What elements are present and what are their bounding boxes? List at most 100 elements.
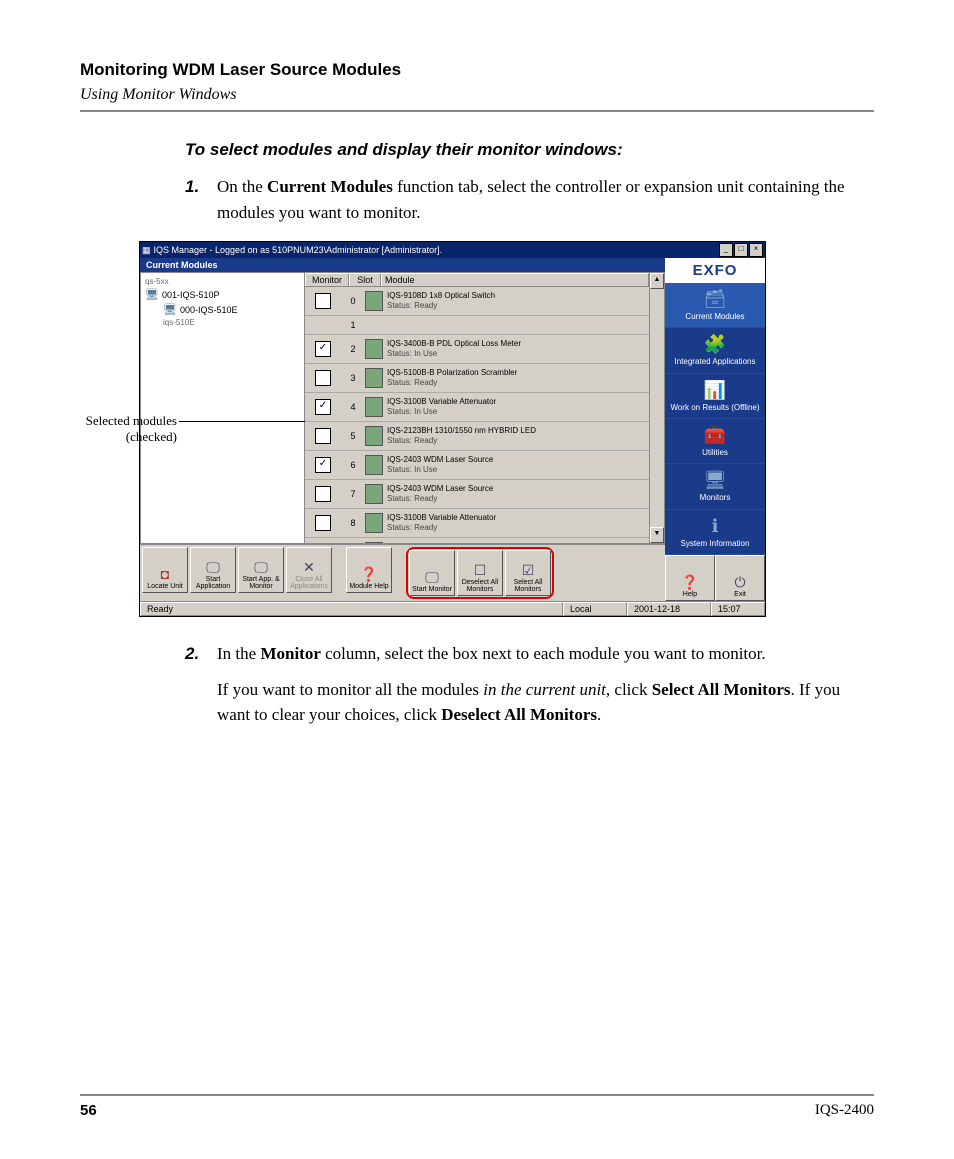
monitor-cell[interactable]: ✓ [305,457,341,473]
start-app-monitor-button[interactable]: 🖵Start App. & Monitor [238,547,284,593]
results-icon: 📊 [704,380,726,401]
col-slot[interactable]: Slot [349,273,381,286]
module-cell[interactable]: IQS-2123BH 1310/1550 nm HYBRID LEDStatus… [365,426,649,446]
module-name: IQS-9108D 1x8 Optical Switch [387,291,495,301]
monitor-checkbox[interactable] [315,486,331,502]
monitor-checkbox[interactable] [315,293,331,309]
modules-icon: 🗃 [704,289,727,310]
monitor-cell[interactable]: ✓ [305,341,341,357]
nav-integrated-apps[interactable]: 🧩Integrated Applications [665,328,765,373]
module-text: IQS-2403 WDM Laser SourceStatus: Ready [387,484,493,503]
col-module[interactable]: Module [381,273,649,286]
select-all-monitors-button[interactable]: ☑Select All Monitors [505,550,551,596]
window-title: IQS Manager - Logged on as 510PNUM23\Adm… [154,245,718,255]
monitor-cell[interactable] [305,370,341,386]
nav-sidebar: EXFO 🗃Current Modules 🧩Integrated Applic… [665,258,765,601]
deselect-all-monitors-button[interactable]: ☐Deselect All Monitors [457,550,503,596]
module-icon [365,426,383,446]
checked-icon: ☑ [522,563,535,577]
module-status: Status: In Use [387,349,521,359]
unit-tree[interactable]: qs-5xx 🖥001-IQS-510P 🖥000-IQS-510E iqs-5… [141,273,305,543]
procedure-title: To select modules and display their moni… [185,140,874,160]
monitor-cell[interactable] [305,515,341,531]
monitor-cell[interactable] [305,428,341,444]
slot-cell: 3 [341,373,365,383]
module-row: ✓ 6IQS-2403 WDM Laser SourceStatus: In Us… [305,451,649,480]
status-time: 15:07 [711,602,765,616]
module-icon [365,542,383,543]
window-titlebar: ▦ IQS Manager - Logged on as 510PNUM23\A… [140,242,765,258]
exit-button[interactable]: ⏻Exit [715,555,765,601]
module-cell[interactable]: IQS-5100B-B Polarization ScramblerStatus… [365,368,649,388]
exfo-logo: EXFO [665,258,765,283]
start-monitor-button[interactable]: 🖵Start Monitor [409,550,455,596]
module-text: IQS-2123BH 1310/1550 nm HYBRID LEDStatus… [387,426,536,445]
slot-cell: 7 [341,489,365,499]
help-button[interactable]: ❓Help [665,555,715,601]
module-name: IQS-3100B Variable Attenuator [387,397,496,407]
footer-rule [80,1094,874,1096]
module-cell[interactable]: IQS-2403 WDM Laser SourceStatus: Ready [365,484,649,504]
step-number: 1. [185,174,217,225]
module-cell[interactable]: IQS-2403 WDM Laser SourceStatus: In Use [365,455,649,475]
locate-icon: ◘ [161,567,169,581]
slot-cell: 4 [341,402,365,412]
module-cell[interactable]: IQS-3100B Variable AttenuatorStatus: In … [365,397,649,417]
panel-header: Current Modules [140,258,665,272]
monitor-cell[interactable] [305,293,341,309]
monitor-checkbox[interactable]: ✓ [315,399,331,415]
module-row: 3IQS-5100B-B Polarization ScramblerStatu… [305,364,649,393]
module-cell[interactable]: IQS-3400B-B PDL Optical Loss MeterStatus… [365,339,649,359]
tree-item[interactable]: 🖥001-IQS-510P [145,288,300,301]
module-icon [365,291,383,311]
monitor-checkbox[interactable]: ✓ [315,341,331,357]
bottom-toolbar: ◘Locate Unit 🖵Start Application 🖵Start A… [140,544,665,601]
module-name: IQS-2403 WDM Laser Source [387,484,493,494]
monitor-checkbox[interactable]: ✓ [315,457,331,473]
monitor-checkbox[interactable] [315,370,331,386]
highlight-annotation: 🖵Start Monitor ☐Deselect All Monitors ☑S… [406,547,554,599]
module-help-button[interactable]: ❓Module Help [346,547,392,593]
doc-id: IQS-2400 [815,1102,874,1119]
scroll-down-button[interactable]: ▼ [650,527,664,543]
module-status: Status: Ready [387,494,493,504]
status-bar: Ready Local 2001-12-18 15:07 [140,601,765,616]
maximize-button[interactable]: □ [734,243,748,257]
module-name: IQS-3400B-B PDL Optical Loss Meter [387,339,521,349]
locate-unit-button[interactable]: ◘Locate Unit [142,547,188,593]
module-icon [365,368,383,388]
nav-current-modules[interactable]: 🗃Current Modules [665,283,765,328]
monitor-checkbox[interactable] [315,428,331,444]
module-cell[interactable]: IQS-3100B Variable AttenuatorStatus: Rea… [365,513,649,533]
minimize-button[interactable]: _ [719,243,733,257]
module-cell[interactable]: IQS-9108D 1x8 Optical SwitchStatus: Read… [365,291,649,311]
nav-system-info[interactable]: ℹSystem Information [665,510,765,555]
utilities-icon: 🧰 [704,425,726,446]
controller-icon: 🖥 [163,303,177,316]
tree-item[interactable]: 🖥000-IQS-510E [163,303,300,316]
col-monitor[interactable]: Monitor [305,273,349,286]
nav-utilities[interactable]: 🧰Utilities [665,419,765,464]
nav-work-results[interactable]: 📊Work on Results (Offline) [665,374,765,419]
close-icon: ✕ [303,560,315,574]
chapter-title: Monitoring WDM Laser Source Modules [80,60,874,80]
close-all-apps-button: ✕Close All Applications [286,547,332,593]
help-icon: ❓ [360,567,377,581]
module-cell[interactable]: IQS-2102BLC 1310 nm LaserStatus: In Use [365,542,649,543]
status-ready: Ready [140,602,563,616]
module-icon [365,397,383,417]
module-name: IQS-3100B Variable Attenuator [387,513,496,523]
apps-icon: 🧩 [704,334,726,355]
monitor-cell[interactable] [305,486,341,502]
nav-monitors[interactable]: 🖥Monitors [665,464,765,509]
scrollbar[interactable]: ▲ ▼ [649,273,664,543]
close-button[interactable]: × [749,243,763,257]
module-text: IQS-3100B Variable AttenuatorStatus: In … [387,397,496,416]
slot-cell: 6 [341,460,365,470]
start-app-button[interactable]: 🖵Start Application [190,547,236,593]
monitor-cell[interactable]: ✓ [305,399,341,415]
step-1: 1. On the Current Modules function tab, … [185,174,874,225]
step-followup: If you want to monitor all the modules i… [217,677,874,728]
monitor-checkbox[interactable] [315,515,331,531]
scroll-up-button[interactable]: ▲ [650,273,664,289]
